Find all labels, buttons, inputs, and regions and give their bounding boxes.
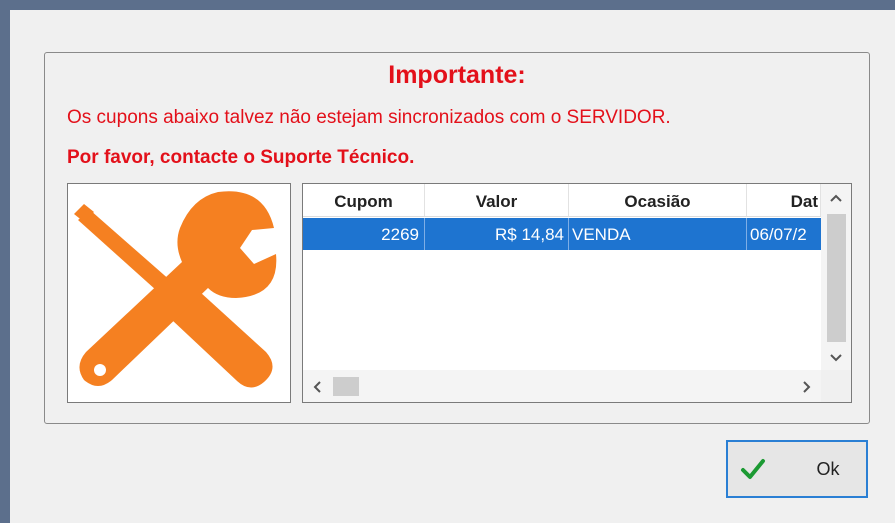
dialog-window: Importante: Os cupons abaixo talvez não … (10, 10, 895, 523)
vertical-scrollbar[interactable] (821, 184, 851, 370)
warning-message: Os cupons abaixo talvez não estejam sinc… (67, 107, 671, 128)
grid-header: Cupom Valor Ocasião Dat (303, 184, 821, 217)
column-header-data[interactable]: Dat (747, 184, 821, 216)
checkmark-icon (740, 457, 766, 486)
ok-button-label: Ok (816, 459, 840, 479)
ok-button[interactable]: Ok (726, 440, 868, 498)
scroll-down-icon[interactable] (826, 350, 846, 366)
horizontal-scroll-thumb[interactable] (333, 377, 359, 396)
cell-data: 06/07/2 (750, 225, 807, 244)
horizontal-scrollbar[interactable] (303, 370, 821, 402)
scrollbar-corner (821, 370, 851, 402)
cell-valor: R$ 14,84 (425, 218, 569, 250)
vertical-scroll-thumb[interactable] (827, 214, 846, 342)
support-message: Por favor, contacte o Suporte Técnico. (67, 147, 415, 168)
warning-title: Importante: (388, 61, 526, 89)
table-row[interactable]: 2269 R$ 14,84 VENDA 06/07/2 (303, 218, 821, 250)
scroll-right-icon[interactable] (797, 380, 817, 396)
column-header-ocasiao[interactable]: Ocasião (569, 184, 747, 216)
scroll-up-icon[interactable] (826, 190, 846, 206)
coupons-grid[interactable]: Cupom Valor Ocasião Dat 2269 R$ 14,84 VE… (302, 183, 852, 403)
wrench-screwdriver-icon (74, 191, 277, 388)
warning-panel: Importante: Os cupons abaixo talvez não … (44, 52, 870, 424)
column-header-cupom[interactable]: Cupom (303, 184, 425, 216)
cell-cupom: 2269 (303, 218, 425, 250)
scroll-left-icon[interactable] (307, 380, 327, 396)
column-header-valor[interactable]: Valor (425, 184, 569, 216)
tools-image (67, 183, 291, 403)
cell-ocasiao: VENDA (569, 218, 747, 250)
